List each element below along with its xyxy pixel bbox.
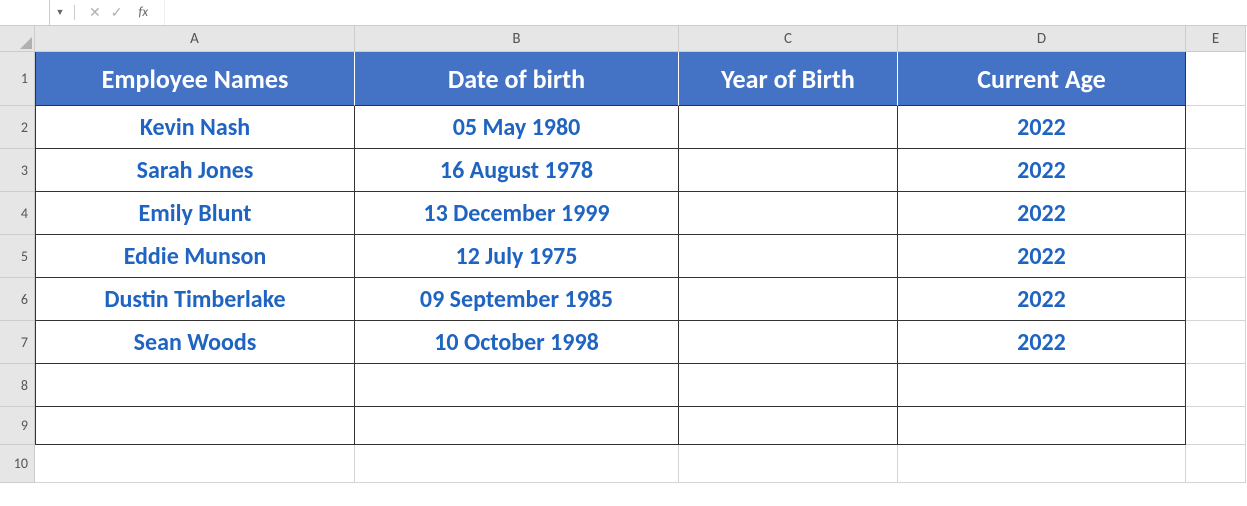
cell-c2[interactable] [679, 106, 898, 149]
cell-c6[interactable] [679, 278, 898, 321]
name-box[interactable] [0, 0, 50, 25]
cell-c9[interactable] [679, 407, 898, 445]
row-header-6[interactable]: 6 [0, 278, 35, 321]
cell-e2[interactable] [1186, 106, 1246, 149]
row-header-3[interactable]: 3 [0, 149, 35, 192]
cell-c10[interactable] [679, 445, 898, 483]
cell-b5[interactable]: 12 July 1975 [355, 235, 679, 278]
cell-d2[interactable]: 2022 [898, 106, 1186, 149]
cell-a7[interactable]: Sean Woods [35, 321, 355, 364]
cell-e4[interactable] [1186, 192, 1246, 235]
row-header-1[interactable]: 1 [0, 52, 35, 106]
cell-d9[interactable] [898, 407, 1186, 445]
cell-b1[interactable]: Date of birth [355, 52, 679, 106]
cell-d5[interactable]: 2022 [898, 235, 1186, 278]
cell-b9[interactable] [355, 407, 679, 445]
cell-a8[interactable] [35, 364, 355, 407]
cell-e3[interactable] [1186, 149, 1246, 192]
cell-a1[interactable]: Employee Names [35, 52, 355, 106]
cell-d3[interactable]: 2022 [898, 149, 1186, 192]
cell-b3[interactable]: 16 August 1978 [355, 149, 679, 192]
cell-b8[interactable] [355, 364, 679, 407]
cell-a10[interactable] [35, 445, 355, 483]
cell-e9[interactable] [1186, 407, 1246, 445]
row-header-5[interactable]: 5 [0, 235, 35, 278]
cell-e7[interactable] [1186, 321, 1246, 364]
enter-icon[interactable]: ✓ [111, 4, 123, 21]
cell-a6[interactable]: Dustin Timberlake [35, 278, 355, 321]
col-header-b[interactable]: B [355, 26, 679, 52]
name-box-dropdown-icon[interactable]: ▼ [50, 7, 70, 18]
cell-c4[interactable] [679, 192, 898, 235]
row-header-8[interactable]: 8 [0, 364, 35, 407]
cell-d10[interactable] [898, 445, 1186, 483]
cell-b4[interactable]: 13 December 1999 [355, 192, 679, 235]
row-header-7[interactable]: 7 [0, 321, 35, 364]
cell-c5[interactable] [679, 235, 898, 278]
row-header-10[interactable]: 10 [0, 445, 35, 483]
cell-e8[interactable] [1186, 364, 1246, 407]
fx-icon[interactable]: fx [132, 5, 154, 20]
cancel-icon[interactable]: ✕ [89, 4, 101, 21]
cell-a4[interactable]: Emily Blunt [35, 192, 355, 235]
cell-e1[interactable] [1186, 52, 1246, 106]
col-header-a[interactable]: A [35, 26, 355, 52]
cell-c3[interactable] [679, 149, 898, 192]
cell-b2[interactable]: 05 May 1980 [355, 106, 679, 149]
cell-b6[interactable]: 09 September 1985 [355, 278, 679, 321]
select-all-corner[interactable] [0, 26, 35, 52]
cell-d8[interactable] [898, 364, 1186, 407]
divider [74, 5, 75, 20]
col-header-c[interactable]: C [679, 26, 898, 52]
cell-a3[interactable]: Sarah Jones [35, 149, 355, 192]
cell-d6[interactable]: 2022 [898, 278, 1186, 321]
cell-a9[interactable] [35, 407, 355, 445]
col-header-e[interactable]: E [1186, 26, 1246, 52]
row-header-2[interactable]: 2 [0, 106, 35, 149]
cell-d7[interactable]: 2022 [898, 321, 1186, 364]
cell-a5[interactable]: Eddie Munson [35, 235, 355, 278]
row-header-9[interactable]: 9 [0, 407, 35, 445]
cell-b7[interactable]: 10 October 1998 [355, 321, 679, 364]
cell-e6[interactable] [1186, 278, 1246, 321]
cell-c7[interactable] [679, 321, 898, 364]
cell-d1[interactable]: Current Age [898, 52, 1186, 106]
formula-bar: ▼ ✕ ✓ fx [0, 0, 1247, 26]
cell-c8[interactable] [679, 364, 898, 407]
cell-a2[interactable]: Kevin Nash [35, 106, 355, 149]
cell-b10[interactable] [355, 445, 679, 483]
row-header-4[interactable]: 4 [0, 192, 35, 235]
cell-d4[interactable]: 2022 [898, 192, 1186, 235]
spreadsheet-grid: A B C D E 1 Employee Names Date of birth… [0, 26, 1247, 483]
cell-c1[interactable]: Year of Birth [679, 52, 898, 106]
formula-controls: ✕ ✓ fx [79, 0, 165, 25]
col-header-d[interactable]: D [898, 26, 1186, 52]
formula-input[interactable] [165, 0, 1247, 25]
cell-e10[interactable] [1186, 445, 1246, 483]
cell-e5[interactable] [1186, 235, 1246, 278]
